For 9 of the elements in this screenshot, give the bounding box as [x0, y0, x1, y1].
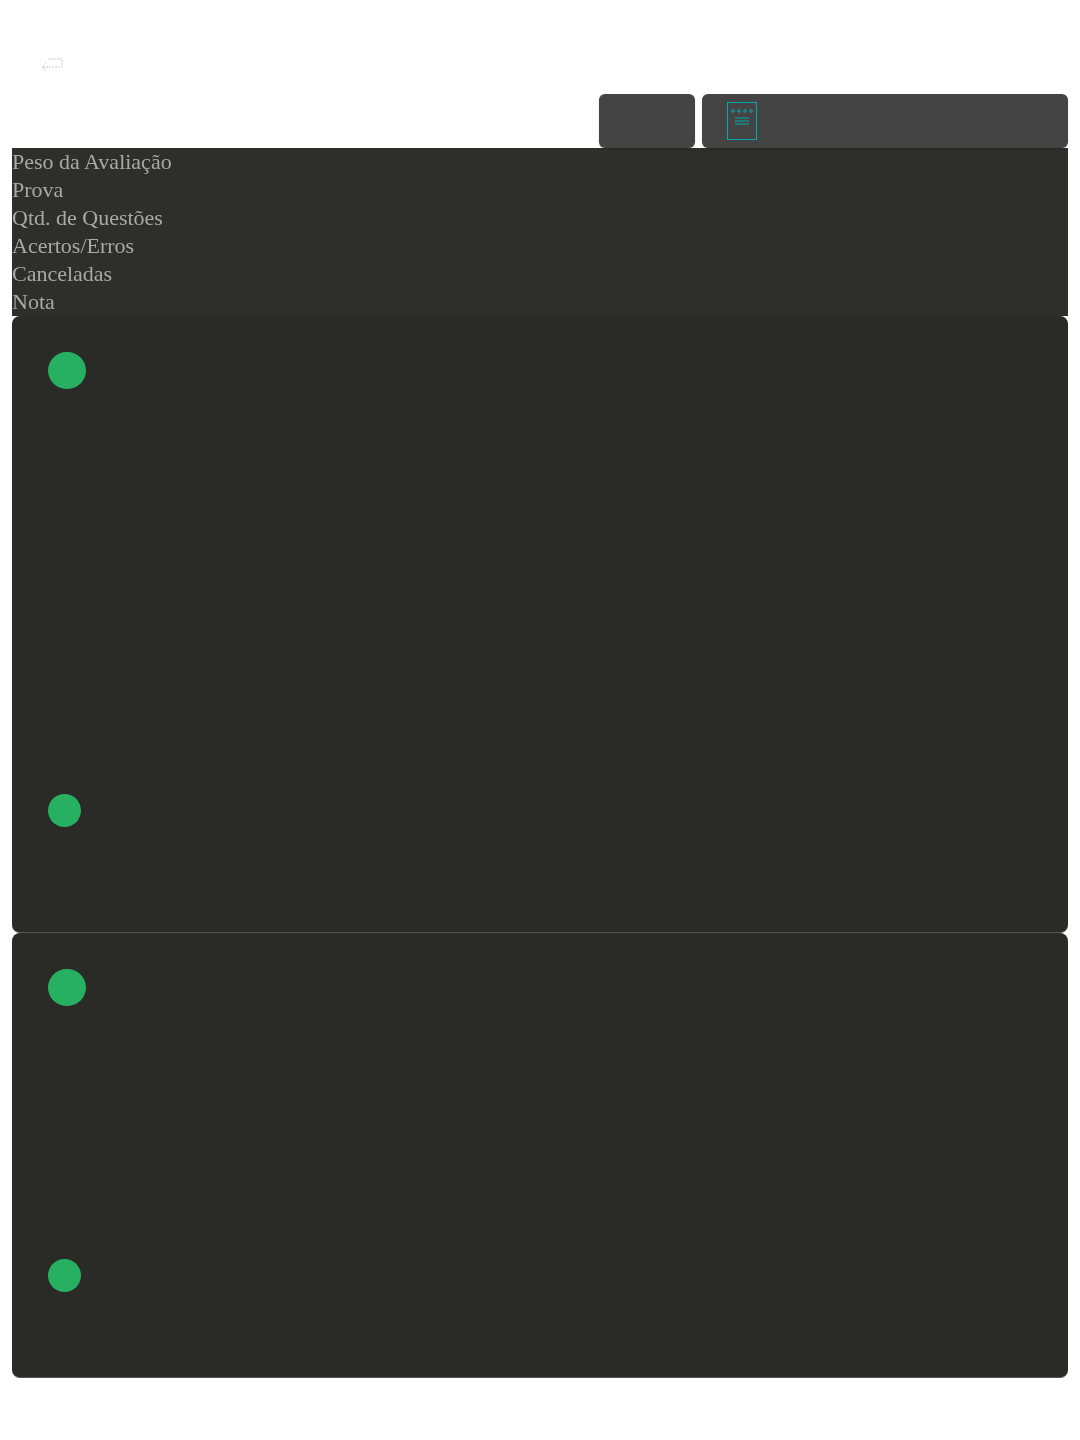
column-label: Acertos/Erros — [12, 232, 135, 260]
calculator-icon — [727, 102, 757, 140]
column-label: Qtd. de Questões — [12, 204, 163, 232]
toolbar-button[interactable] — [599, 94, 695, 148]
column-label: Prova — [12, 176, 64, 204]
column-label: Canceladas — [12, 260, 113, 288]
column-label: Nota — [12, 288, 55, 316]
column-label: Peso da Avaliação — [12, 148, 172, 176]
calculator-button[interactable] — [702, 94, 1068, 148]
